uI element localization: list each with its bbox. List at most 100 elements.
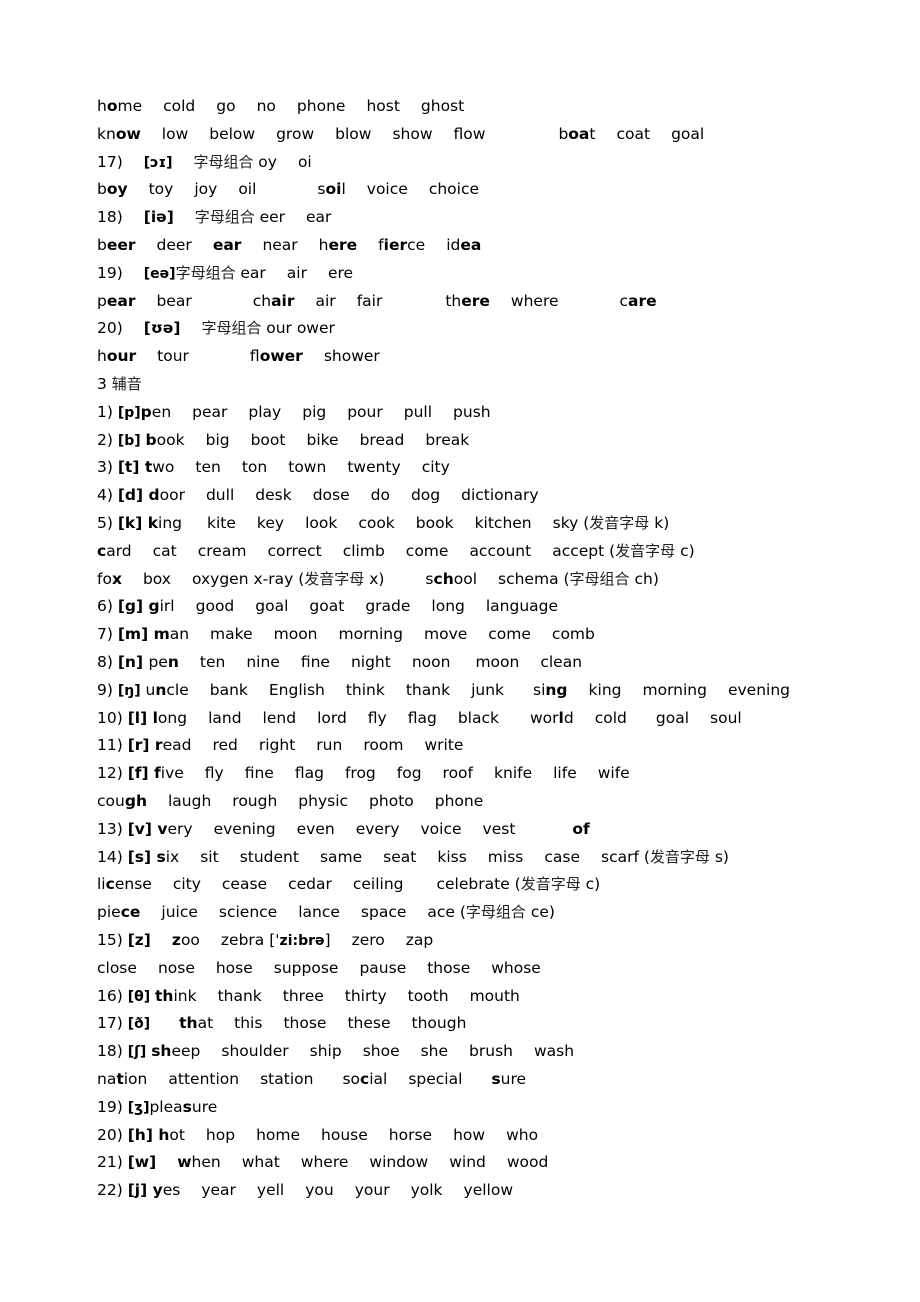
word: shoe — [363, 1041, 400, 1061]
text-run: who — [506, 1125, 539, 1144]
text-run: joy — [194, 180, 218, 199]
chinese-note: 发音字母 — [649, 847, 710, 866]
text-run: kiss — [437, 847, 467, 866]
text-run: wood — [506, 1153, 549, 1172]
text-run: ure — [191, 1097, 218, 1116]
text-run: air — [286, 263, 307, 282]
bold-run: ere — [461, 291, 490, 310]
word: mouth — [470, 986, 520, 1006]
word: oil — [238, 179, 256, 199]
word: ere — [328, 263, 353, 283]
word: ear — [213, 235, 242, 255]
bold-run: h — [158, 1125, 170, 1144]
text-run: grade — [365, 597, 411, 616]
text-run: English — [268, 680, 325, 699]
word: 20) [h] hot — [97, 1125, 185, 1145]
text-run: h — [318, 236, 329, 254]
text-run: s — [425, 569, 434, 588]
text-run: b — [97, 180, 107, 199]
chinese-note: 字母组合 — [569, 569, 630, 588]
text-run: zap — [405, 931, 434, 949]
text-run: k) — [649, 514, 670, 532]
word: vest — [483, 819, 516, 839]
text-run: ix — [165, 847, 180, 866]
word: night — [351, 652, 391, 672]
word: write — [424, 735, 463, 755]
text-run: 18) — [97, 208, 123, 227]
word: pull — [404, 402, 432, 422]
text-run: flag — [407, 708, 437, 727]
phonetic-symbol: [p] — [117, 404, 141, 421]
text-run: fine — [300, 653, 330, 671]
word: air — [287, 263, 307, 283]
text-run: case — [544, 847, 580, 866]
bold-run: ng — [545, 680, 568, 699]
bold-run: f — [154, 764, 161, 783]
text-line: 15) [z] zoo zebra [ˈzi:brə] zero zap — [97, 930, 454, 951]
text-run: cold — [594, 708, 627, 727]
text-run: 10) — [97, 708, 128, 727]
word: chair — [253, 291, 295, 311]
word: phone — [297, 96, 346, 116]
text-run: lance — [298, 903, 340, 922]
word: who — [506, 1125, 538, 1145]
word: [ʊə] — [144, 318, 181, 338]
word: what — [242, 1152, 280, 1172]
word: box — [143, 569, 171, 589]
word: evening — [728, 680, 790, 700]
text-run: plea — [149, 1097, 183, 1116]
word: sky (发音字母 k) — [553, 513, 670, 533]
word: you — [305, 1180, 333, 1200]
text-run: thank — [405, 680, 451, 699]
text-run: goat — [309, 597, 345, 616]
text-run: cream — [197, 541, 247, 560]
text-run: city — [421, 458, 450, 477]
text-run: those — [283, 1014, 327, 1033]
text-run: morning — [338, 625, 403, 644]
word: dull — [206, 485, 234, 505]
word: boat — [558, 124, 595, 144]
text-run: t — [589, 124, 596, 143]
word: moon — [274, 624, 318, 644]
word: ton — [242, 457, 267, 477]
text-line: 16) [θ] think thank three thirty tooth mouth — [97, 986, 541, 1007]
bold-run: ere — [328, 236, 358, 254]
word: that — [179, 1013, 213, 1033]
word: king — [589, 680, 622, 700]
word: account — [469, 541, 531, 561]
text-line: 5) [k] king kite key look cook book kitchen sky… — [97, 513, 690, 533]
bold-run: ier — [383, 236, 408, 254]
word: 17) — [97, 152, 123, 172]
text-run: kite — [207, 514, 236, 532]
word: bank — [210, 680, 248, 700]
text-run: frog — [344, 764, 376, 783]
word: clean — [540, 652, 582, 672]
word: sing — [533, 680, 568, 700]
bold-run: sh — [151, 1042, 172, 1061]
text-run: s) — [709, 847, 729, 866]
text-run: moon — [273, 625, 318, 644]
text-run: your — [354, 1181, 390, 1200]
text-run: voice — [366, 180, 408, 199]
text-line: 21) [w] when what where window wind wood — [97, 1152, 569, 1172]
text-run: physic — [298, 792, 349, 810]
bold-run: [l] — [127, 708, 153, 727]
text-run: three — [282, 986, 324, 1005]
word: correct — [267, 541, 321, 561]
text-run: flow — [453, 124, 486, 143]
word: zap — [406, 930, 433, 950]
word: student — [240, 847, 299, 867]
word: suppose — [274, 958, 339, 978]
word: voice — [367, 179, 408, 199]
word: deer — [157, 235, 192, 255]
word: these — [347, 1013, 390, 1033]
text-run: oil — [238, 180, 257, 199]
text-run: en — [151, 402, 172, 421]
text-run: home — [256, 1125, 301, 1144]
text-run: 18) — [97, 1042, 128, 1061]
word: dictionary — [461, 485, 538, 505]
word: good — [196, 596, 235, 616]
text-run: sit — [200, 847, 219, 866]
word: card — [97, 541, 132, 561]
word: flower — [250, 346, 303, 366]
